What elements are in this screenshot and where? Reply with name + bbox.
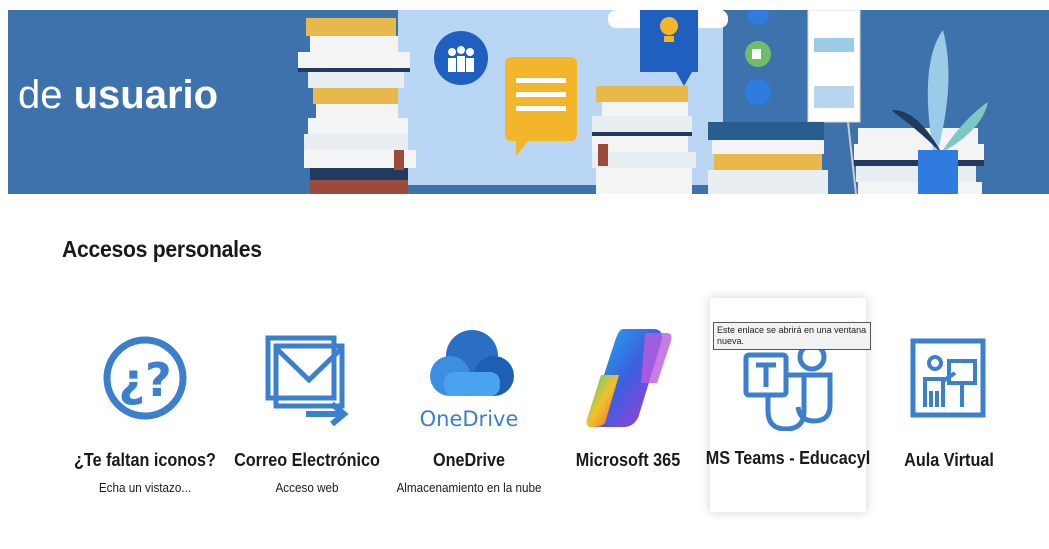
tile-email[interactable]: Correo Electrónico Acceso web: [228, 300, 386, 510]
page-title-light: de: [18, 73, 74, 117]
page-title-bold: usuario: [73, 73, 219, 117]
tile-virtual-classroom[interactable]: Aula Virtual: [870, 300, 1028, 510]
tile-label: Microsoft 365: [575, 450, 681, 470]
onedrive-logo-text: OneDrive: [420, 407, 519, 431]
tile-label: Aula Virtual: [904, 450, 994, 470]
tile-label: MS Teams - Educacyl: [705, 448, 871, 468]
svg-text:¿?: ¿?: [118, 353, 171, 407]
tile-label: Correo Electrónico: [234, 450, 380, 470]
link-tooltip: Este enlace se abrirá en una ventana nue…: [713, 322, 871, 350]
page-title: de usuario: [18, 72, 218, 118]
header-banner: de usuario: [8, 10, 1049, 194]
tile-missing-icons[interactable]: ¿? ¿Te faltan iconos? Echa un vistazo...: [66, 300, 224, 510]
mail-forward-icon: [228, 314, 386, 442]
onedrive-icon: OneDrive: [390, 314, 548, 442]
section-heading: Accesos personales: [62, 236, 262, 262]
tile-microsoft-365[interactable]: Microsoft 365: [549, 300, 707, 510]
virtual-classroom-icon: [870, 314, 1028, 442]
microsoft-365-icon: [549, 314, 707, 442]
tile-label: ¿Te faltan iconos?: [74, 450, 216, 470]
tile-label: OneDrive: [432, 450, 506, 470]
question-circle-icon: ¿?: [66, 314, 224, 442]
tile-onedrive[interactable]: OneDrive OneDrive Almacenamiento en la n…: [390, 300, 548, 510]
tile-sublabel: Almacenamiento en la nube: [396, 480, 542, 495]
